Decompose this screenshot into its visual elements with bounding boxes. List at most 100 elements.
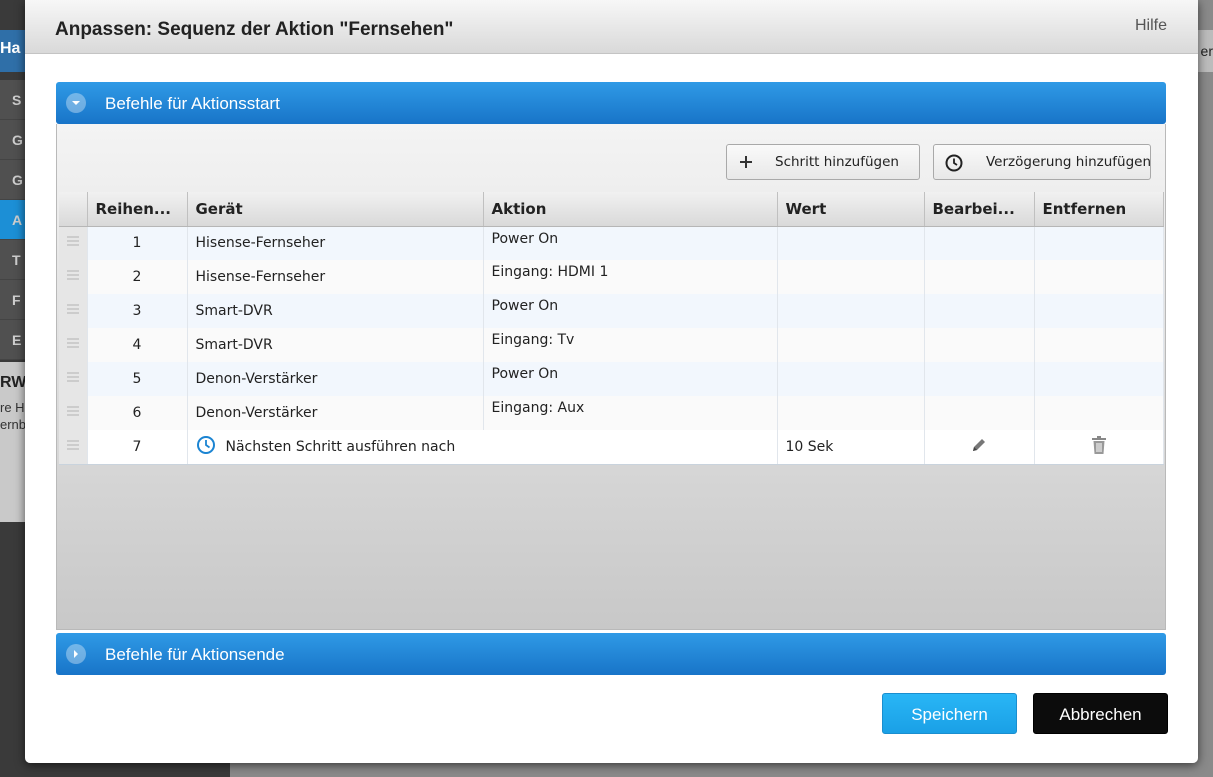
row-value: [777, 226, 925, 260]
sequence-table: Reihen... Gerät Aktion Wert Bearbei... E…: [59, 192, 1164, 465]
row-action: Power On: [483, 294, 778, 328]
add-delay-button[interactable]: Verzögerung hinzufügen: [933, 144, 1151, 180]
column-header-order[interactable]: Reihen...: [87, 192, 188, 227]
delay-description: Nächsten Schritt ausführen nach: [225, 438, 456, 455]
background-band-text: er: [1200, 43, 1213, 59]
drag-handle-icon[interactable]: [59, 294, 88, 328]
row-order: 6: [87, 396, 188, 430]
dialog-header: Anpassen: Sequenz der Aktion "Fernsehen"…: [25, 0, 1198, 54]
section-start-label: Befehle für Aktionsstart: [105, 94, 280, 113]
delay-row[interactable]: 7 Nächsten Schritt ausführen nach 10 Sek: [59, 430, 1164, 465]
column-header-edit[interactable]: Bearbei...: [924, 192, 1035, 227]
row-edit-cell: [924, 328, 1035, 362]
section-end-label: Befehle für Aktionsende: [105, 645, 285, 664]
row-remove-cell: [1034, 396, 1164, 430]
table-row[interactable]: 3 Smart-DVR Power On: [59, 294, 1164, 328]
trash-icon: [1090, 435, 1108, 459]
row-device: Smart-DVR: [187, 328, 484, 362]
background-nav-label: G: [12, 172, 23, 188]
row-action: Power On: [483, 362, 778, 396]
chevron-down-icon: [72, 101, 80, 105]
chevron-right-icon: [74, 650, 78, 658]
row-value: [777, 294, 925, 328]
background-nav-label: A: [12, 212, 23, 228]
background-nav-label: T: [12, 252, 21, 268]
background-info-title: RW: [0, 374, 27, 391]
row-value: [777, 396, 925, 430]
row-action: Eingang: HDMI 1: [483, 260, 778, 294]
help-link[interactable]: Hilfe: [1135, 17, 1167, 35]
row-order: 5: [87, 362, 188, 396]
section-start-body: Schritt hinzufügen Verzögerung hinzufüge…: [56, 124, 1166, 630]
delay-description-cell: Nächsten Schritt ausführen nach: [187, 430, 778, 465]
cancel-button[interactable]: Abbrechen: [1033, 693, 1168, 734]
row-order: 3: [87, 294, 188, 328]
row-edit-cell: [924, 226, 1035, 260]
column-header-remove[interactable]: Entfernen: [1034, 192, 1164, 227]
drag-handle-icon[interactable]: [59, 328, 88, 362]
section-end-header[interactable]: Befehle für Aktionsende: [56, 633, 1166, 675]
row-edit-cell: [924, 396, 1035, 430]
remove-button[interactable]: [1034, 430, 1164, 465]
drag-handle-icon[interactable]: [59, 226, 88, 260]
delay-value: 10 Sek: [777, 430, 925, 465]
row-edit-cell: [924, 362, 1035, 396]
table-header-row: Reihen... Gerät Aktion Wert Bearbei... E…: [59, 192, 1164, 227]
table-row[interactable]: 2 Hisense-Fernseher Eingang: HDMI 1: [59, 260, 1164, 294]
background-nav-label: G: [12, 132, 23, 148]
dialog-title: Anpassen: Sequenz der Aktion "Fernsehen": [55, 19, 454, 40]
background-nav-label: E: [12, 332, 22, 348]
clock-icon: [944, 153, 964, 177]
drag-handle-icon[interactable]: [59, 396, 88, 430]
row-edit-cell: [924, 294, 1035, 328]
row-remove-cell: [1034, 328, 1164, 362]
background-nav-label: S: [12, 92, 22, 108]
column-header-value[interactable]: Wert: [777, 192, 925, 227]
row-device: Denon-Verstärker: [187, 396, 484, 430]
row-device: Hisense-Fernseher: [187, 226, 484, 260]
row-device: Denon-Verstärker: [187, 362, 484, 396]
row-value: [777, 260, 925, 294]
row-device: Smart-DVR: [187, 294, 484, 328]
row-remove-cell: [1034, 294, 1164, 328]
plus-icon: [737, 153, 755, 175]
row-order: 2: [87, 260, 188, 294]
background-header-text: Ha: [0, 40, 21, 57]
collapse-toggle[interactable]: [66, 93, 86, 113]
table-row[interactable]: 6 Denon-Verstärker Eingang: Aux: [59, 396, 1164, 430]
row-action: Power On: [483, 226, 778, 260]
row-device: Hisense-Fernseher: [187, 260, 484, 294]
sequence-dialog: Anpassen: Sequenz der Aktion "Fernsehen"…: [25, 0, 1198, 763]
drag-handle-icon[interactable]: [59, 430, 88, 465]
row-remove-cell: [1034, 362, 1164, 396]
row-remove-cell: [1034, 226, 1164, 260]
drag-handle-icon[interactable]: [59, 362, 88, 396]
background-nav-label: F: [12, 292, 21, 308]
edit-button[interactable]: [924, 430, 1035, 465]
section-start-header[interactable]: Befehle für Aktionsstart: [56, 82, 1166, 124]
expand-toggle[interactable]: [66, 644, 86, 664]
row-order: 4: [87, 328, 188, 362]
table-row[interactable]: 5 Denon-Verstärker Power On: [59, 362, 1164, 396]
row-action: Eingang: Tv: [483, 328, 778, 362]
row-action: Eingang: Aux: [483, 396, 778, 430]
column-header-device[interactable]: Gerät: [187, 192, 484, 227]
drag-handle-icon[interactable]: [59, 260, 88, 294]
row-value: [777, 362, 925, 396]
column-header-action[interactable]: Aktion: [483, 192, 778, 227]
row-value: [777, 328, 925, 362]
table-row[interactable]: 1 Hisense-Fernseher Power On: [59, 226, 1164, 260]
column-header-handle: [59, 192, 88, 227]
clock-icon: [196, 435, 216, 459]
background-info-text: ernb: [0, 417, 27, 432]
row-order: 1: [87, 226, 188, 260]
row-edit-cell: [924, 260, 1035, 294]
save-button[interactable]: Speichern: [882, 693, 1017, 734]
background-info-text: re H: [0, 400, 25, 415]
add-step-button[interactable]: Schritt hinzufügen: [726, 144, 920, 180]
pencil-icon: [970, 438, 988, 458]
table-row[interactable]: 4 Smart-DVR Eingang: Tv: [59, 328, 1164, 362]
section-end: Befehle für Aktionsende: [56, 633, 1166, 675]
add-delay-label: Verzögerung hinzufügen: [986, 154, 1151, 170]
add-step-label: Schritt hinzufügen: [775, 154, 899, 170]
